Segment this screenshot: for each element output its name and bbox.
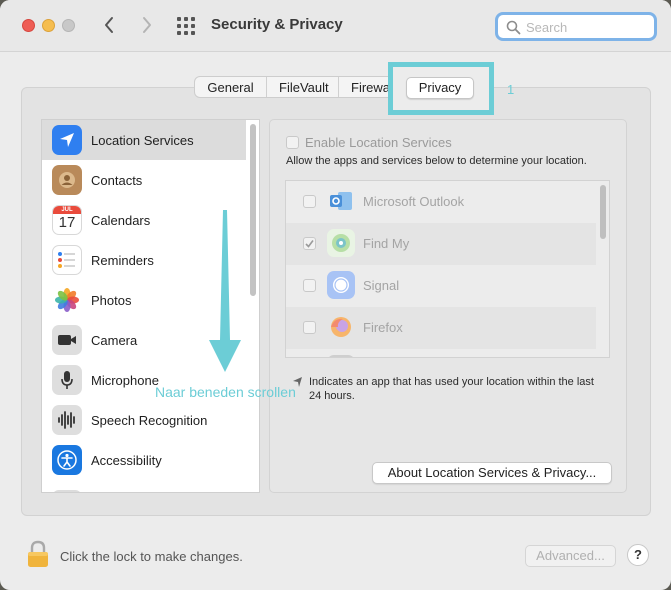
window-title: Security & Privacy <box>211 16 343 33</box>
sidebar-item-label: Calendars <box>91 212 151 228</box>
location-apps-list[interactable]: Microsoft Outlook Find My Signal Firefox <box>285 180 610 358</box>
app-checkbox-signal[interactable] <box>303 279 316 292</box>
sidebar-item-label: Speech Recognition <box>91 412 208 428</box>
next-category-icon <box>52 490 82 492</box>
zoom-button[interactable] <box>62 19 75 32</box>
search-icon <box>506 20 521 35</box>
sidebar-item-contacts[interactable]: Contacts <box>42 160 246 200</box>
location-description: Allow the apps and services below to det… <box>286 155 587 167</box>
minimize-button[interactable] <box>42 19 55 32</box>
sidebar-item-partial[interactable] <box>42 480 246 492</box>
sidebar-item-location-services[interactable]: Location Services <box>42 120 246 160</box>
tab-bar: General FileVault Firewall <box>194 76 400 98</box>
enable-location-services-label: Enable Location Services <box>305 135 452 150</box>
annotation-scroll-hint: Naar beneden scrollen <box>155 384 296 400</box>
waveform-icon <box>52 405 82 435</box>
location-legend-text: Indicates an app that has used your loca… <box>309 376 594 402</box>
about-location-services-button[interactable]: About Location Services & Privacy... <box>372 462 612 484</box>
app-row-partial[interactable] <box>286 349 596 357</box>
find-my-icon <box>327 229 355 257</box>
contacts-icon <box>52 165 82 195</box>
reminders-icon <box>52 245 82 275</box>
camera-icon <box>52 325 82 355</box>
tab-privacy[interactable]: Privacy <box>406 77 474 99</box>
app-name: Firefox <box>363 320 403 335</box>
apps-scrollbar-thumb[interactable] <box>600 185 606 239</box>
firefox-icon <box>327 313 355 341</box>
app-row-find-my[interactable]: Find My <box>286 223 596 265</box>
annotation-step-number: 1 <box>507 82 515 97</box>
help-button[interactable]: ? <box>627 544 649 566</box>
search-field[interactable] <box>495 12 657 41</box>
sidebar-item-label: Photos <box>91 292 132 308</box>
close-button[interactable] <box>22 19 35 32</box>
location-arrow-icon <box>52 125 82 155</box>
tab-filevault[interactable]: FileVault <box>267 77 339 97</box>
calendar-day-text: 17 <box>58 214 76 231</box>
forward-button[interactable] <box>135 13 159 37</box>
sidebar-item-label: Accessibility <box>91 452 162 468</box>
back-button[interactable] <box>97 13 121 37</box>
app-row-microsoft-outlook[interactable]: Microsoft Outlook <box>286 181 596 223</box>
next-app-icon <box>327 355 355 357</box>
lock-hint-text: Click the lock to make changes. <box>60 549 243 564</box>
app-row-signal[interactable]: Signal <box>286 265 596 307</box>
app-row-firefox[interactable]: Firefox <box>286 307 596 349</box>
calendar-month-text: JUL <box>53 206 81 214</box>
accessibility-icon <box>52 445 82 475</box>
lock-icon[interactable] <box>26 540 50 568</box>
app-name: Find My <box>363 236 410 251</box>
sidebar-item-label: Location Services <box>91 132 194 148</box>
sidebar-item-label: Reminders <box>91 252 154 268</box>
enable-location-services-row[interactable]: Enable Location Services <box>286 135 452 150</box>
title-bar: Security & Privacy <box>0 0 671 52</box>
apps-scrollbar[interactable] <box>599 183 607 355</box>
app-checkbox-outlook[interactable] <box>303 195 316 208</box>
sidebar-item-accessibility[interactable]: Accessibility <box>42 440 246 480</box>
sidebar-scrollbar-thumb[interactable] <box>250 124 256 296</box>
sidebar-item-label: Camera <box>91 332 138 348</box>
tab-general[interactable]: General <box>195 77 267 97</box>
show-all-grid-icon[interactable] <box>175 15 197 37</box>
chevron-right-icon <box>143 17 151 33</box>
app-name: Signal <box>363 278 400 293</box>
search-input[interactable] <box>526 18 650 36</box>
sidebar-item-speech-recognition[interactable]: Speech Recognition <box>42 400 246 440</box>
app-name: Microsoft Outlook <box>363 194 465 209</box>
app-checkbox-firefox[interactable] <box>303 321 316 334</box>
enable-location-services-checkbox[interactable] <box>286 136 299 149</box>
photos-icon <box>52 285 82 315</box>
advanced-button[interactable]: Advanced... <box>525 545 616 567</box>
calendar-icon: JUL 17 <box>52 205 82 235</box>
chevron-left-icon <box>105 17 113 33</box>
app-checkbox-find-my[interactable] <box>303 237 316 250</box>
scroll-down-arrow-annotation <box>209 210 241 372</box>
microphone-icon <box>52 365 82 395</box>
sidebar-item-label: Microphone <box>91 372 159 388</box>
checkmark-icon <box>305 240 314 248</box>
preferences-window: Security & Privacy General FileVault Fir… <box>0 0 671 590</box>
sidebar-scrollbar[interactable] <box>249 122 257 492</box>
outlook-icon <box>327 187 355 215</box>
signal-icon <box>327 271 355 299</box>
sidebar-item-label: Contacts <box>91 172 143 188</box>
